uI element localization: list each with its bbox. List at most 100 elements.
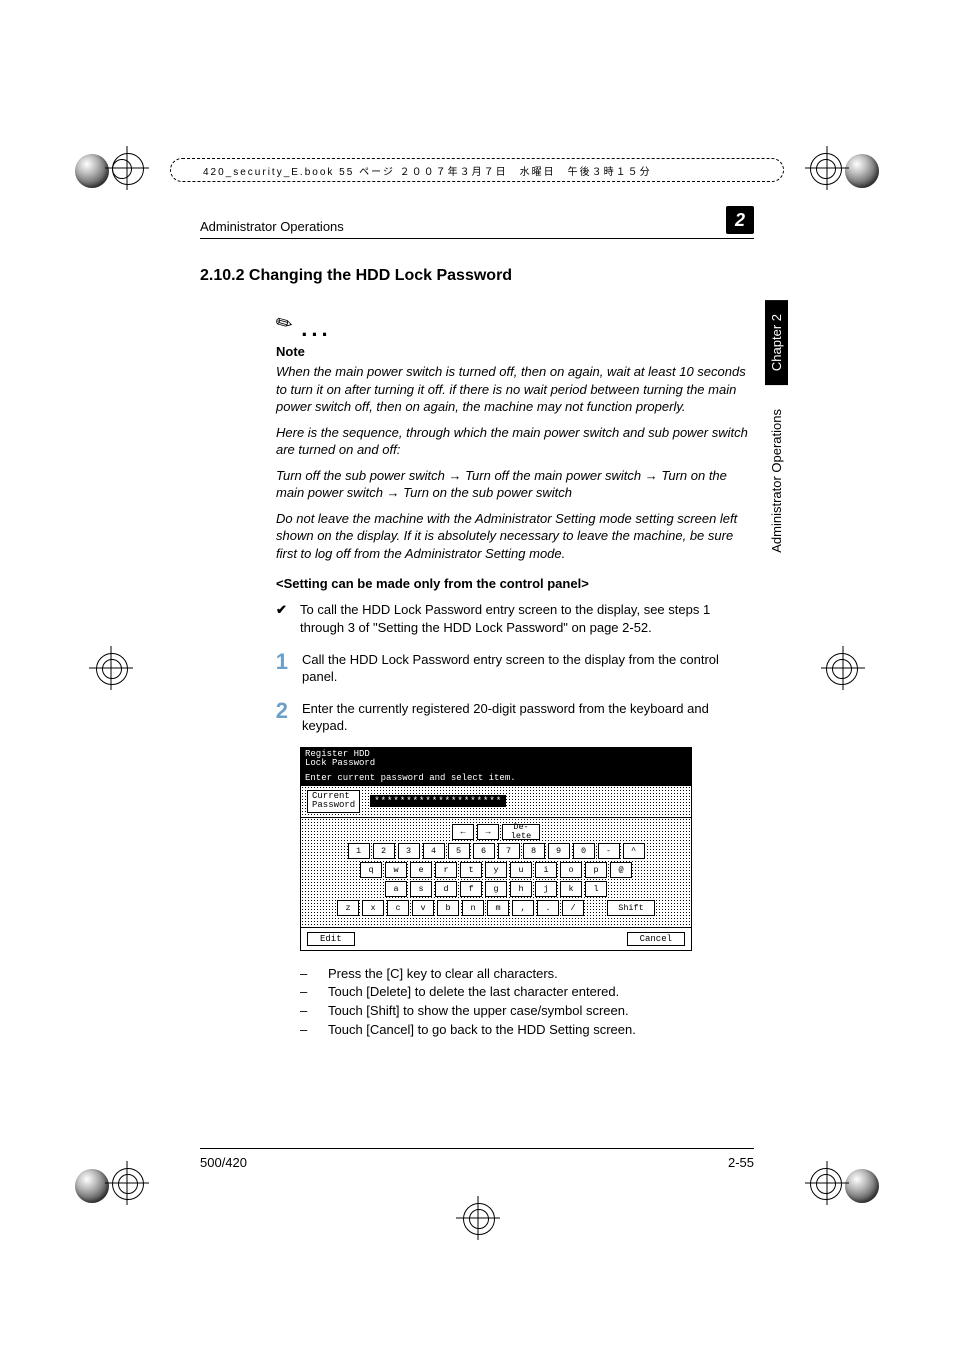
control-panel-figure: Register HDD Lock Password Enter current… [300,747,692,951]
keyboard-key[interactable]: ^ [623,843,645,859]
source-file-text: 420_security_E.book 55 ページ ２００７年３月７日 水曜日… [193,163,652,178]
chapter-tab: Chapter 2 [765,300,788,385]
content-area: Administrator Operations 2 2.10.2 Changi… [200,206,754,1170]
panel-title-line: Lock Password [305,758,375,768]
registration-mark-icon [75,1155,145,1225]
keyboard-key[interactable]: r [435,862,457,878]
keyboard-area: ← → De- lete 1234567890-^ qwertyuiop@ as… [301,818,691,927]
keyboard-key[interactable]: g [485,881,507,897]
dash-icon: – [300,1002,314,1021]
arrow-icon: → [387,485,400,500]
dash-icon: – [300,983,314,1002]
keyboard-key[interactable]: - [598,843,620,859]
keyboard-key[interactable]: , [512,900,534,916]
keyboard-key[interactable]: 8 [523,843,545,859]
shift-key[interactable]: Shift [607,900,655,916]
note-label: Note [276,344,754,359]
keyboard-key[interactable]: h [510,881,532,897]
footer-page-number: 2-55 [728,1155,754,1170]
bullet-item: –Touch [Delete] to delete the last chara… [300,983,754,1002]
step-text: Call the HDD Lock Password entry screen … [302,651,754,686]
keyboard-key[interactable]: d [435,881,457,897]
bullet-list: –Press the [C] key to clear all characte… [300,965,754,1040]
cancel-button[interactable]: Cancel [627,932,685,946]
keyboard-key[interactable]: 7 [498,843,520,859]
note-block: ✎ ... Note When the main power switch is… [276,311,754,562]
keyboard-key[interactable]: s [410,881,432,897]
keyboard-key[interactable]: 5 [448,843,470,859]
keyboard-key[interactable]: m [487,900,509,916]
keyboard-key[interactable]: t [460,862,482,878]
keyboard-key[interactable]: l [585,881,607,897]
keyboard-key[interactable]: w [385,862,407,878]
registration-mark-icon [809,140,879,210]
dash-icon: – [300,1021,314,1040]
page-footer: 500/420 2-55 [200,1148,754,1170]
step-2: 2 Enter the currently registered 20-digi… [264,700,754,735]
running-head-title: Administrator Operations [200,219,344,234]
source-file-strip: 420_security_E.book 55 ページ ２００７年３月７日 水曜日… [170,158,784,182]
arrow-icon: → [448,468,461,483]
note-paragraph: When the main power switch is turned off… [276,363,754,416]
section-tab: Administrator Operations [769,405,784,557]
keyboard-key[interactable]: c [387,900,409,916]
keyboard-key[interactable]: f [460,881,482,897]
note-text: Turn on the sub power switch [403,485,572,500]
keyboard-nav-row: ← → De- lete [307,824,685,840]
note-icon: ✎ [271,308,298,338]
keyboard-key[interactable]: b [437,900,459,916]
keyboard-key[interactable]: v [412,900,434,916]
panel-subtitle: Enter current password and select item. [301,771,691,786]
section-heading: 2.10.2 Changing the HDD Lock Password [200,267,754,285]
keyboard-key[interactable]: n [462,900,484,916]
registration-mark-icon [75,640,145,710]
keyboard-key[interactable]: q [360,862,382,878]
delete-key[interactable]: De- lete [502,824,540,840]
keyboard-key[interactable]: 6 [473,843,495,859]
registration-mark-icon [75,140,145,210]
chapter-number-box: 2 [726,206,754,234]
keyboard-key[interactable]: u [510,862,532,878]
edit-button[interactable]: Edit [307,932,355,946]
keyboard-key[interactable]: 9 [548,843,570,859]
step-text: Enter the currently registered 20-digit … [302,700,754,735]
keyboard-key[interactable]: 4 [423,843,445,859]
keyboard-key[interactable]: . [537,900,559,916]
bullet-item: –Touch [Shift] to show the upper case/sy… [300,1002,754,1021]
keyboard-key[interactable]: @ [610,862,632,878]
keyboard-key[interactable]: o [560,862,582,878]
note-paragraph: Turn off the sub power switch → Turn off… [276,467,754,502]
keyboard-key[interactable]: k [560,881,582,897]
keyboard-key[interactable]: p [585,862,607,878]
keyboard-key[interactable]: 3 [398,843,420,859]
keyboard-key[interactable]: 0 [573,843,595,859]
page: 420_security_E.book 55 ページ ２００７年３月７日 水曜日… [0,0,954,1350]
keyboard-key[interactable]: 2 [373,843,395,859]
bullet-text: Touch [Cancel] to go back to the HDD Set… [328,1021,636,1040]
note-text: Turn off the sub power switch [276,468,448,483]
nav-right-key[interactable]: → [477,824,499,840]
step-number: 1 [264,651,288,686]
keyboard-key[interactable]: z [337,900,359,916]
keyboard-key[interactable]: e [410,862,432,878]
keyboard-key[interactable]: y [485,862,507,878]
note-paragraph: Here is the sequence, through which the … [276,424,754,459]
note-paragraph: Do not leave the machine with the Admini… [276,510,754,563]
bullet-text: Touch [Shift] to show the upper case/sym… [328,1002,629,1021]
registration-mark-icon [809,1155,879,1225]
check-icon: ✔ [276,601,290,636]
keyboard-key[interactable]: 1 [348,843,370,859]
keyboard-key[interactable]: a [385,881,407,897]
keyboard-key[interactable]: j [535,881,557,897]
checklist-text: To call the HDD Lock Password entry scre… [300,601,754,636]
nav-left-key[interactable]: ← [452,824,474,840]
keyboard-key[interactable]: i [535,862,557,878]
step-1: 1 Call the HDD Lock Password entry scree… [264,651,754,686]
dash-icon: – [300,965,314,984]
panel-title: Register HDD Lock Password [301,748,691,771]
bullet-text: Touch [Delete] to delete the last charac… [328,983,619,1002]
label-line: Password [312,800,355,810]
keyboard-key[interactable]: x [362,900,384,916]
keyboard-key[interactable]: / [562,900,584,916]
step-number: 2 [264,700,288,735]
